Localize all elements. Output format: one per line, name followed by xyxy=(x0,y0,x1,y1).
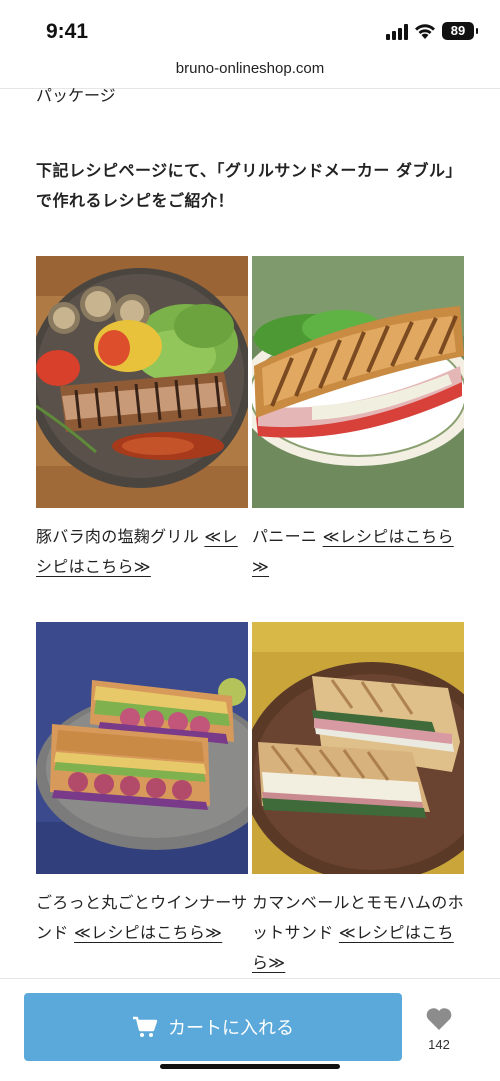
favorite-button[interactable]: 142 xyxy=(418,1007,460,1052)
cart-icon xyxy=(133,1016,158,1037)
recipe-image-camembert-sandwich[interactable] xyxy=(252,622,464,874)
recipe-card: カマンベールとモモハムのホットサンド ≪レシピはこちら≫ xyxy=(252,622,464,978)
cellular-signal-icon xyxy=(386,24,410,40)
add-to-cart-label: カートに入れる xyxy=(168,1018,294,1039)
recipe-image-pork-grill[interactable] xyxy=(36,256,248,508)
recipe-image-panini[interactable] xyxy=(252,256,464,508)
recipe-title: 豚バラ肉の塩麹グリル xyxy=(36,527,205,546)
recipe-intro: 下記レシピページにて、「グリルサンドメーカー ダブル」で作れるレシピをご紹介！ xyxy=(36,161,462,210)
recipe-caption: ごろっと丸ごとウインナーサンド ≪レシピはこちら≫ xyxy=(36,888,248,948)
status-time: 9:41 xyxy=(46,20,89,43)
recipe-caption: カマンベールとモモハムのホットサンド ≪レシピはこちら≫ xyxy=(252,888,464,978)
recipe-card: 豚バラ肉の塩麹グリル ≪レシピはこちら≫ xyxy=(36,256,248,582)
recipe-card: パニーニ ≪レシピはこちら≫ xyxy=(252,256,464,582)
status-bar: 9:41 89 xyxy=(0,0,500,56)
url-text: bruno-onlineshop.com xyxy=(175,60,325,77)
url-bar[interactable]: bruno-onlineshop.com xyxy=(0,56,500,89)
add-to-cart-button[interactable]: カートに入れる xyxy=(24,993,402,1061)
recipe-title: パニーニ xyxy=(252,527,323,546)
recipe-card: ごろっと丸ごとウインナーサンド ≪レシピはこちら≫ xyxy=(36,622,248,948)
favorite-count: 142 xyxy=(428,1037,450,1052)
recipe-link[interactable]: ≪レシピはこちら≫ xyxy=(74,923,222,942)
recipe-caption: パニーニ ≪レシピはこちら≫ xyxy=(252,522,464,582)
recipe-image-wiener-sandwich[interactable] xyxy=(36,622,248,874)
recipe-caption: 豚バラ肉の塩麹グリル ≪レシピはこちら≫ xyxy=(36,522,248,582)
package-text: パッケージ xyxy=(36,88,116,105)
battery-icon: 89 xyxy=(442,22,478,40)
wifi-icon xyxy=(415,24,435,39)
page-content: パッケージ 下記レシピページにて、「グリルサンドメーカー ダブル」で作れるレシピ… xyxy=(0,88,500,978)
heart-icon xyxy=(426,1008,452,1030)
home-indicator[interactable] xyxy=(160,1064,340,1069)
